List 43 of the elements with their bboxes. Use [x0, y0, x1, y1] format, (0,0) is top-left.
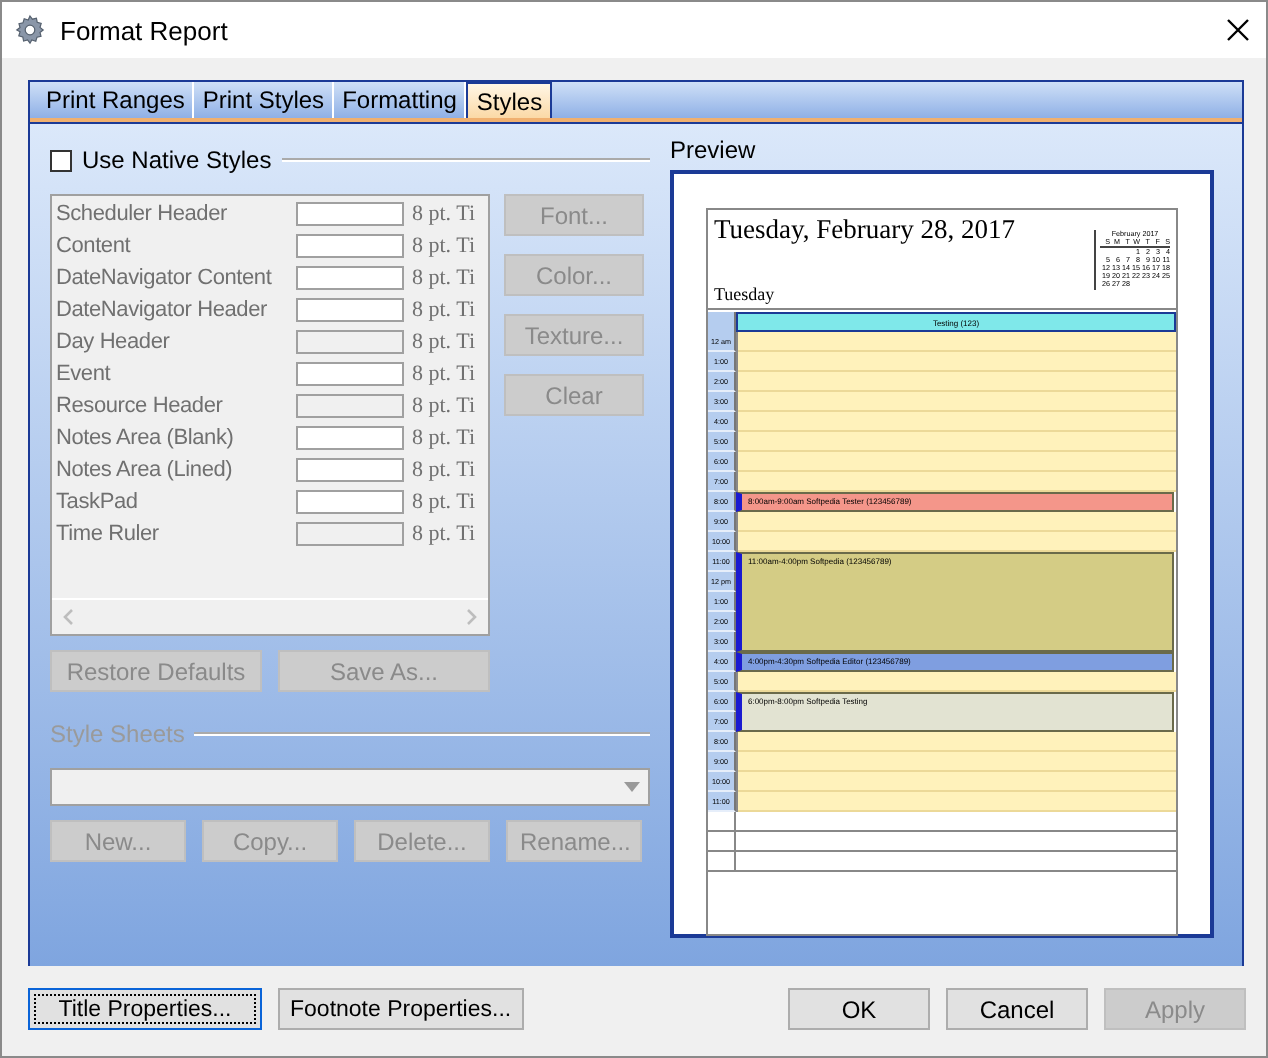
style-name[interactable]: Event — [52, 362, 296, 386]
style-name[interactable]: Scheduler Header — [52, 202, 296, 226]
font-description: 8 pt. Ti — [412, 330, 475, 354]
font-description: 8 pt. Ti — [412, 458, 475, 482]
properties-button[interactable]: Title Properties... — [28, 988, 262, 1030]
scroll-left-icon[interactable] — [62, 608, 74, 626]
properties-button[interactable]: Footnote Properties... — [278, 988, 524, 1030]
font-description: 8 pt. Ti — [412, 394, 475, 418]
dialog-button[interactable]: OK — [788, 988, 930, 1030]
font-description: 8 pt. Ti — [412, 202, 475, 226]
style-sheet-dropdown[interactable] — [50, 768, 650, 806]
scroll-right-icon[interactable] — [466, 608, 478, 626]
style-name[interactable]: DateNavigator Header — [52, 298, 296, 322]
checkbox[interactable] — [50, 149, 72, 171]
font-description: 8 pt. Ti — [412, 266, 475, 290]
style-name[interactable]: Time Ruler — [52, 522, 296, 546]
tab[interactable]: Print Ranges — [38, 82, 195, 118]
style-name[interactable]: Notes Area (Blank) — [52, 426, 296, 450]
style-name[interactable]: Day Header — [52, 330, 296, 354]
ruler-corner — [708, 312, 736, 332]
style-name[interactable]: Notes Area (Lined) — [52, 458, 296, 482]
preview-day: Tuesday — [714, 284, 1094, 304]
dialog-button[interactable]: Cancel — [946, 988, 1088, 1030]
window-title: Format Report — [60, 15, 230, 45]
font-description: 8 pt. Ti — [412, 298, 475, 322]
style-name[interactable]: TaskPad — [52, 490, 296, 514]
font-description: 8 pt. Ti — [412, 490, 475, 514]
font-description: 8 pt. Ti — [412, 362, 475, 386]
font-description: 8 pt. Ti — [412, 522, 475, 546]
tab[interactable]: Styles — [466, 82, 553, 118]
dropdown-arrow-icon — [624, 782, 640, 792]
font-description: 8 pt. Ti — [412, 234, 475, 258]
checkbox-label[interactable]: Use Native Styles — [82, 146, 272, 174]
close-icon[interactable] — [1226, 18, 1250, 42]
group-label: Style Sheets — [50, 720, 185, 748]
tab[interactable]: Print Styles — [194, 82, 335, 118]
style-name[interactable]: DateNavigator Content — [52, 266, 296, 290]
gear-icon — [14, 14, 46, 46]
font-description: 8 pt. Ti — [412, 426, 475, 450]
preview-date: Tuesday, February 28, 2017 — [714, 214, 1017, 246]
preview-label: Preview — [670, 138, 758, 162]
style-name[interactable]: Content — [52, 234, 296, 258]
style-name[interactable]: Resource Header — [52, 394, 296, 418]
